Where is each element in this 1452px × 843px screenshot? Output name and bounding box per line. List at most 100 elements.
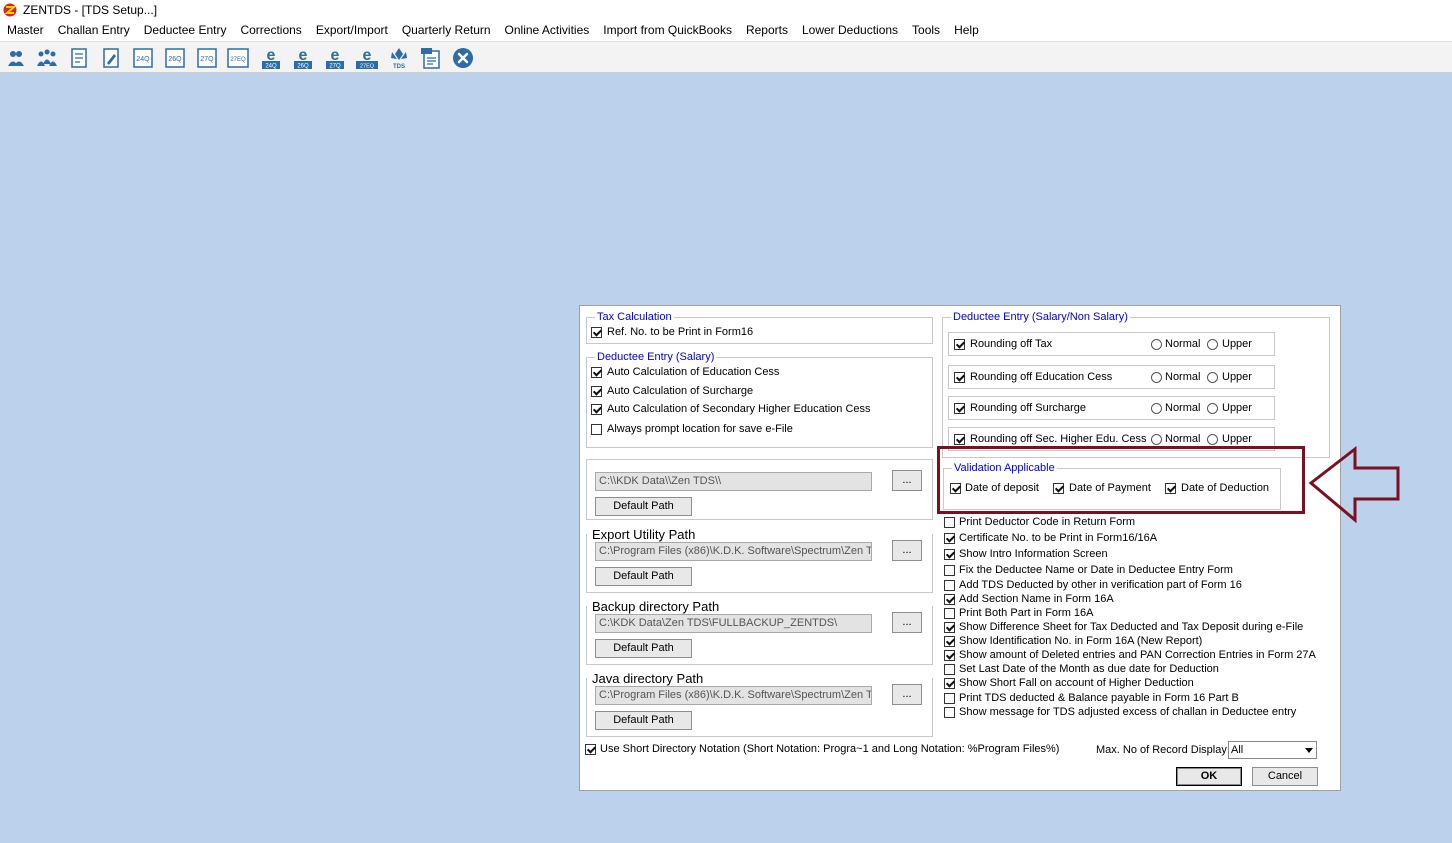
chevron-down-icon[interactable] bbox=[1302, 742, 1316, 758]
option-checkbox[interactable] bbox=[944, 693, 955, 704]
rounding-education-cess-normal-label: Normal bbox=[1165, 371, 1201, 383]
menu-help[interactable]: Help bbox=[947, 20, 986, 41]
option-checkbox[interactable] bbox=[944, 517, 955, 528]
auto-surcharge-label: Auto Calculation of Surcharge bbox=[607, 385, 754, 397]
option-checkbox[interactable] bbox=[944, 565, 955, 576]
max-records-value: All bbox=[1231, 744, 1244, 756]
option-label: Show message for TDS adjusted excess of … bbox=[959, 706, 1297, 718]
java-directory-default-button[interactable]: Default Path bbox=[595, 711, 692, 730]
auto-higher-education-cess-checkbox[interactable] bbox=[591, 404, 602, 415]
e-26q-icon[interactable]: e 26Q bbox=[291, 46, 315, 70]
option-checkbox[interactable] bbox=[944, 622, 955, 633]
auto-surcharge-checkbox[interactable] bbox=[591, 386, 602, 397]
export-utility-browse-button[interactable]: ... bbox=[892, 540, 922, 561]
export-utility-path-field[interactable]: C:\Program Files (x86)\K.D.K. Software\S… bbox=[595, 542, 872, 561]
data-path-browse-button[interactable]: ... bbox=[892, 470, 922, 491]
option-checkbox[interactable] bbox=[944, 608, 955, 619]
max-records-select[interactable]: All bbox=[1228, 741, 1317, 759]
menu-master[interactable]: Master bbox=[0, 20, 51, 41]
option-checkbox[interactable] bbox=[944, 636, 955, 647]
cancel-button[interactable]: Cancel bbox=[1252, 767, 1318, 786]
ref-no-form16-checkbox[interactable] bbox=[591, 327, 602, 338]
rounding-education-cess-upper-radio[interactable] bbox=[1207, 372, 1218, 383]
short-notation-label: Use Short Directory Notation (Short Nota… bbox=[600, 743, 1060, 755]
menu-tools[interactable]: Tools bbox=[905, 20, 947, 41]
rounding-higher-edu-cess-checkbox[interactable] bbox=[954, 434, 965, 445]
java-directory-path-field[interactable]: C:\Program Files (x86)\K.D.K. Software\S… bbox=[595, 686, 872, 705]
option-checkbox[interactable] bbox=[944, 707, 955, 718]
auto-education-cess-checkbox[interactable] bbox=[591, 367, 602, 378]
rounding-surcharge-checkbox[interactable] bbox=[954, 403, 965, 414]
java-directory-path-group: C:\Program Files (x86)\K.D.K. Software\S… bbox=[586, 678, 933, 737]
java-directory-browse-button[interactable]: ... bbox=[892, 684, 922, 705]
deductees-icon[interactable] bbox=[35, 46, 59, 70]
deductor-icon[interactable] bbox=[4, 46, 28, 70]
rounding-higher-edu-cess-normal-radio[interactable] bbox=[1151, 434, 1162, 445]
menu-corrections[interactable]: Corrections bbox=[233, 20, 308, 41]
toolbar: 24Q 26Q 27Q 27EQ e 24Q e 26Q e 27Q e 27E… bbox=[0, 41, 1452, 73]
rounding-education-cess-normal-radio[interactable] bbox=[1151, 372, 1162, 383]
tds-logo-label: TDS bbox=[393, 64, 405, 70]
rounding-education-cess-checkbox[interactable] bbox=[954, 372, 965, 383]
menu-bar: Master Challan Entry Deductee Entry Corr… bbox=[0, 20, 1452, 41]
menu-export-import[interactable]: Export/Import bbox=[309, 20, 395, 41]
rounding-tax-upper-radio[interactable] bbox=[1207, 339, 1218, 350]
rounding-higher-edu-cess-label: Rounding off Sec. Higher Edu. Cess bbox=[970, 433, 1147, 445]
backup-directory-browse-button[interactable]: ... bbox=[892, 612, 922, 633]
export-utility-path-group: C:\Program Files (x86)\K.D.K. Software\S… bbox=[586, 534, 933, 593]
backup-directory-path-field[interactable]: C:\KDK Data\Zen TDS\FULLBACKUP_ZENTDS\ bbox=[595, 614, 872, 633]
option-checkbox[interactable] bbox=[944, 533, 955, 544]
menu-deductee-entry[interactable]: Deductee Entry bbox=[137, 20, 234, 41]
option-checkbox[interactable] bbox=[944, 678, 955, 689]
ok-button[interactable]: OK bbox=[1176, 767, 1242, 786]
option-label: Print TDS deducted & Balance payable in … bbox=[959, 692, 1239, 704]
prompt-save-efile-checkbox[interactable] bbox=[591, 424, 602, 435]
deductee-nonsalary-legend: Deductee Entry (Salary/Non Salary) bbox=[951, 310, 1130, 324]
form-27eq-icon[interactable]: 27EQ bbox=[226, 46, 250, 70]
rounding-higher-edu-cess-upper-radio[interactable] bbox=[1207, 434, 1218, 445]
form-icon[interactable] bbox=[67, 46, 91, 70]
pdf-icon[interactable] bbox=[419, 46, 443, 70]
menu-quarterly-return[interactable]: Quarterly Return bbox=[395, 20, 498, 41]
option-checkbox[interactable] bbox=[944, 594, 955, 605]
e-24q-label: 24Q bbox=[265, 64, 277, 70]
rounding-surcharge-normal-radio[interactable] bbox=[1151, 403, 1162, 414]
data-path-default-button[interactable]: Default Path bbox=[595, 497, 692, 516]
form-27q-icon[interactable]: 27Q bbox=[195, 46, 219, 70]
export-utility-default-button[interactable]: Default Path bbox=[595, 567, 692, 586]
auto-higher-education-cess-label: Auto Calculation of Secondary Higher Edu… bbox=[607, 403, 871, 415]
option-label: Print Both Part in Form 16A bbox=[959, 607, 1094, 619]
e-24q-icon[interactable]: e 24Q bbox=[259, 46, 283, 70]
short-notation-checkbox[interactable] bbox=[585, 744, 596, 755]
title-bar: ZENTDS - [TDS Setup...] bbox=[0, 0, 1452, 20]
option-checkbox[interactable] bbox=[944, 549, 955, 560]
backup-directory-default-button[interactable]: Default Path bbox=[595, 639, 692, 658]
data-path-field[interactable]: C:\\KDK Data\\Zen TDS\\ bbox=[595, 472, 872, 491]
prompt-save-efile-label: Always prompt location for save e-File bbox=[607, 423, 793, 435]
form-26q-icon[interactable]: 26Q bbox=[163, 46, 187, 70]
menu-reports[interactable]: Reports bbox=[739, 20, 795, 41]
menu-challan-entry[interactable]: Challan Entry bbox=[51, 20, 137, 41]
menu-lower-deductions[interactable]: Lower Deductions bbox=[795, 20, 905, 41]
form-24q-label: 24Q bbox=[136, 56, 150, 63]
rounding-surcharge-upper-radio[interactable] bbox=[1207, 403, 1218, 414]
rounding-surcharge-upper-label: Upper bbox=[1222, 402, 1252, 414]
options-list: Print Deductor Code in Return Form Certi… bbox=[942, 513, 1337, 718]
e-27q-icon[interactable]: e 27Q bbox=[323, 46, 347, 70]
close-circle-icon[interactable] bbox=[451, 46, 475, 70]
option-checkbox[interactable] bbox=[944, 580, 955, 591]
menu-import-quickbooks[interactable]: Import from QuickBooks bbox=[596, 20, 739, 41]
option-checkbox[interactable] bbox=[944, 650, 955, 661]
rounding-tax-upper-label: Upper bbox=[1222, 338, 1252, 350]
e-26q-label: 26Q bbox=[297, 64, 309, 70]
form-edit-icon[interactable] bbox=[99, 46, 123, 70]
e-27eq-icon[interactable]: e 27EQ bbox=[355, 46, 379, 70]
option-label: Show Identification No. in Form 16A (New… bbox=[959, 635, 1203, 647]
form-24q-icon[interactable]: 24Q bbox=[131, 46, 155, 70]
tds-logo-icon[interactable]: TDS bbox=[387, 46, 411, 70]
rounding-tax-normal-radio[interactable] bbox=[1151, 339, 1162, 350]
option-checkbox[interactable] bbox=[944, 664, 955, 675]
option-label: Show Short Fall on account of Higher Ded… bbox=[959, 677, 1194, 689]
rounding-tax-checkbox[interactable] bbox=[954, 339, 965, 350]
menu-online-activities[interactable]: Online Activities bbox=[498, 20, 597, 41]
